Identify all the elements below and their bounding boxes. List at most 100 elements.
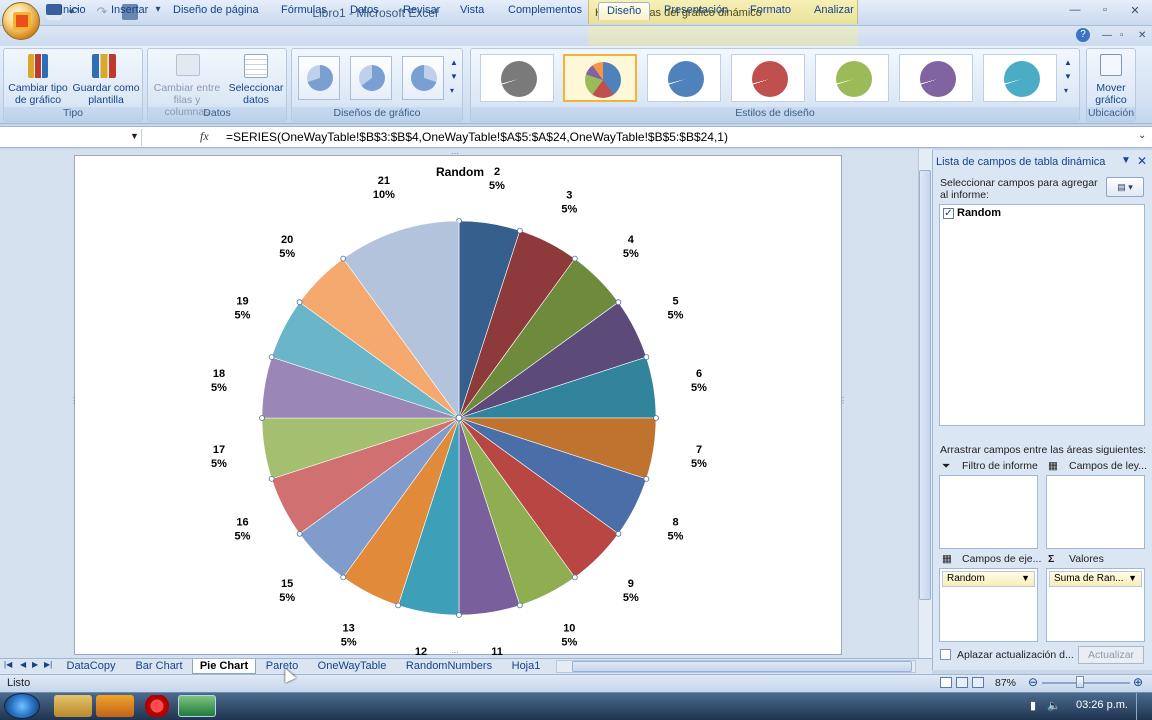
chart-style-5[interactable] <box>815 54 889 102</box>
network-icon[interactable]: ▮ <box>1030 699 1036 712</box>
name-box[interactable] <box>2 129 142 146</box>
tab-1[interactable]: Insertar <box>103 2 156 20</box>
slice-selection-handle[interactable] <box>516 227 523 234</box>
panel-menu-icon[interactable]: ▼ <box>1121 155 1131 166</box>
sheet-tab-2[interactable]: Pie Chart <box>192 659 256 674</box>
volume-icon[interactable]: 🔈 <box>1047 699 1061 712</box>
field-layout-button[interactable]: ▤ ▾ <box>1106 177 1144 197</box>
select-data-button[interactable]: Seleccionar datos <box>226 50 286 108</box>
slice-selection-handle[interactable] <box>615 530 622 537</box>
start-button[interactable] <box>4 693 40 719</box>
resize-handle-right[interactable]: ⋮ <box>839 396 847 405</box>
sheet-tab-6[interactable]: Hoja1 <box>503 659 549 674</box>
tab-11[interactable]: Analizar <box>806 2 862 20</box>
normal-view-icon[interactable] <box>940 677 952 688</box>
legend-drop-area[interactable] <box>1046 475 1145 549</box>
ribbon-minimize-icon[interactable]: — <box>1102 30 1112 41</box>
sheet-tab-5[interactable]: RandomNumbers <box>398 659 500 674</box>
chart-area[interactable]: Random 2 5% 3 5% 4 5% 5 5% 6 5% 7 5% 8 5% 9 5% 10 5% 11 5% 1… <box>70 149 847 672</box>
last-sheet-icon[interactable]: ▶| <box>44 660 52 669</box>
slice-selection-handle[interactable] <box>571 255 578 262</box>
insert-function-icon[interactable]: fx <box>200 129 209 144</box>
tab-7[interactable]: Complementos <box>500 2 590 20</box>
page-layout-view-icon[interactable] <box>956 677 968 688</box>
tab-3[interactable]: Fórmulas <box>273 2 335 20</box>
layouts-scroll-icon[interactable]: ▲ ▼ ▾ <box>450 56 460 100</box>
slice-selection-handle[interactable] <box>296 530 303 537</box>
sheet-tab-0[interactable]: DataCopy <box>60 659 122 674</box>
next-sheet-icon[interactable]: ▶ <box>32 660 38 669</box>
first-sheet-icon[interactable]: |◀ <box>4 660 12 669</box>
resize-handle-top[interactable]: ⋯ <box>451 149 459 158</box>
excel-taskbar-icon[interactable] <box>178 695 216 717</box>
chart-style-4[interactable] <box>731 54 805 102</box>
maximize-icon[interactable]: ▫ <box>1094 4 1116 18</box>
chevron-down-icon[interactable]: ▼ <box>1128 573 1137 583</box>
field-label[interactable]: Random <box>957 207 1001 219</box>
close-icon[interactable]: ✕ <box>1124 4 1146 18</box>
slice-selection-handle[interactable] <box>395 602 402 609</box>
office-button[interactable] <box>2 2 40 40</box>
horizontal-scroll-thumb[interactable] <box>572 661 912 672</box>
expand-formula-bar-icon[interactable]: ⌄ <box>1138 130 1146 141</box>
defer-update-checkbox[interactable] <box>940 649 951 660</box>
styles-scroll-icon[interactable]: ▲ ▼ ▾ <box>1064 56 1076 100</box>
slice-selection-handle[interactable] <box>653 415 659 421</box>
chart-style-1[interactable] <box>480 54 554 102</box>
sheet-tab-1[interactable]: Bar Chart <box>128 659 190 674</box>
tab-2[interactable]: Diseño de página <box>165 2 267 20</box>
tab-4[interactable]: Datos <box>342 2 387 20</box>
resize-handle-bottom[interactable]: ⋯ <box>451 648 459 657</box>
ribbon-close-icon[interactable]: ✕ <box>1138 30 1146 41</box>
save-as-template-button[interactable]: Guardar como plantilla <box>72 50 140 108</box>
help-icon[interactable]: ? <box>1076 28 1090 42</box>
switch-row-column-button[interactable]: Cambiar entre filas y columnas <box>150 50 224 118</box>
chart-style-6[interactable] <box>899 54 973 102</box>
tab-8[interactable]: Diseño <box>598 2 651 20</box>
tab-10[interactable]: Formato <box>742 2 799 20</box>
prev-sheet-icon[interactable]: ◀ <box>20 660 26 669</box>
slice-selection-handle[interactable] <box>340 574 347 581</box>
change-chart-type-button[interactable]: Cambiar tipo de gráfico <box>6 50 70 108</box>
resize-handle-left[interactable]: ⋮ <box>70 396 78 405</box>
page-break-view-icon[interactable] <box>972 677 984 688</box>
layout-1[interactable] <box>298 56 340 100</box>
zoom-out-icon[interactable]: ⊖ <box>1028 675 1038 689</box>
zoom-slider[interactable] <box>1042 682 1130 684</box>
slice-selection-handle[interactable] <box>615 299 622 306</box>
slice-selection-handle[interactable] <box>268 475 275 482</box>
layout-2[interactable] <box>350 56 392 100</box>
zoom-in-icon[interactable]: ⊕ <box>1133 675 1143 689</box>
update-button[interactable]: Actualizar <box>1078 646 1144 664</box>
tab-5[interactable]: Revisar <box>395 2 448 20</box>
chart-style-2[interactable] <box>563 54 637 102</box>
vertical-scroll-thumb[interactable] <box>919 170 931 600</box>
formula-input[interactable]: =SERIES(OneWayTable!$B$3:$B$4,OneWayTabl… <box>226 130 728 144</box>
minimize-icon[interactable]: — <box>1064 4 1086 18</box>
chart-style-7[interactable] <box>983 54 1057 102</box>
slice-selection-handle[interactable] <box>268 354 275 361</box>
chart-style-3[interactable] <box>647 54 721 102</box>
opera-icon[interactable] <box>138 695 176 717</box>
clock[interactable]: 03:26 p.m. <box>1076 699 1128 711</box>
slice-selection-handle[interactable] <box>643 354 650 361</box>
field-checkbox[interactable]: ✓ <box>943 208 954 219</box>
filter-drop-area[interactable] <box>939 475 1038 549</box>
name-box-dropdown-icon[interactable]: ▼ <box>130 131 139 141</box>
zoom-slider-thumb[interactable] <box>1076 676 1084 688</box>
slice-selection-handle[interactable] <box>643 475 650 482</box>
axis-field-pill[interactable]: Random ▼ <box>942 571 1035 587</box>
explorer-icon[interactable] <box>54 695 92 717</box>
media-player-icon[interactable] <box>96 695 134 717</box>
chevron-down-icon[interactable]: ▼ <box>1021 573 1030 583</box>
layout-3[interactable] <box>402 56 444 100</box>
panel-close-icon[interactable]: ✕ <box>1137 154 1147 168</box>
slice-selection-handle[interactable] <box>296 299 303 306</box>
move-chart-button[interactable]: Mover gráfico <box>1088 50 1134 108</box>
show-desktop-button[interactable] <box>1136 693 1152 720</box>
zoom-level[interactable]: 87% <box>995 677 1016 689</box>
ribbon-restore-icon[interactable]: ▫ <box>1120 30 1124 41</box>
tab-6[interactable]: Vista <box>452 2 492 20</box>
tab-0[interactable]: Inicio <box>52 2 94 20</box>
slice-selection-handle[interactable] <box>571 574 578 581</box>
